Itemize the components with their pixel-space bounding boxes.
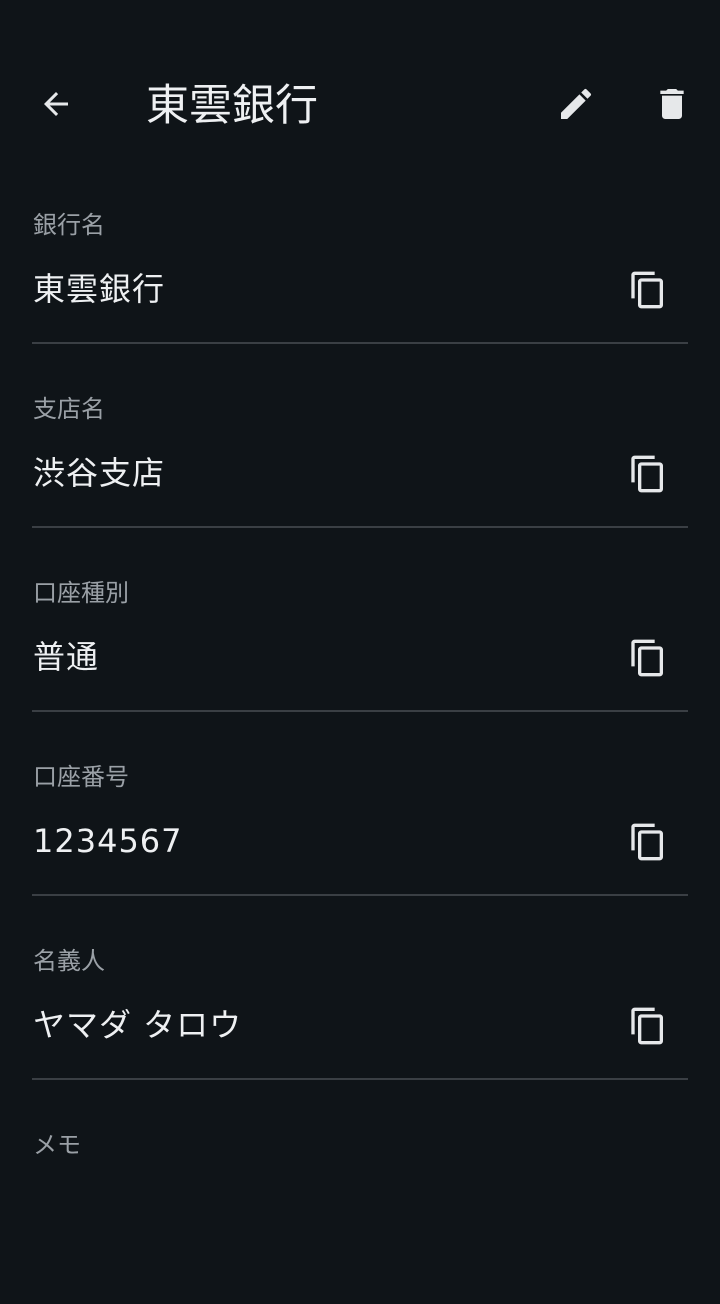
divider xyxy=(32,1078,688,1080)
field-label: 名義人 xyxy=(33,947,105,975)
trash-icon xyxy=(660,89,684,119)
field-account-type: 口座種別 普通 xyxy=(0,568,720,752)
copy-account-type-button[interactable] xyxy=(616,626,680,690)
copy-account-holder-button[interactable] xyxy=(616,994,680,1058)
field-account-holder: 名義人 ヤマダ タロウ xyxy=(0,936,720,1120)
field-bank-name: 銀行名 東雲銀行 xyxy=(0,200,720,384)
field-account-number: 口座番号 1234567 xyxy=(0,752,720,936)
field-value: ヤマダ タロウ xyxy=(33,1006,243,1044)
field-branch-name: 支店名 渋谷支店 xyxy=(0,384,720,568)
field-memo: メモ xyxy=(0,1120,720,1304)
divider xyxy=(32,526,688,528)
field-label: 口座番号 xyxy=(33,763,129,791)
field-value: 東雲銀行 xyxy=(33,270,166,308)
divider xyxy=(32,342,688,344)
divider xyxy=(32,710,688,712)
field-label: 銀行名 xyxy=(33,211,105,239)
pencil-icon xyxy=(561,88,592,119)
app-bar: 東雲銀行 xyxy=(0,0,720,210)
copy-branch-name-button[interactable] xyxy=(616,442,680,506)
back-button[interactable] xyxy=(24,72,88,136)
edit-button[interactable] xyxy=(544,72,608,136)
arrow-left-icon xyxy=(44,92,68,116)
divider xyxy=(32,894,688,896)
copy-account-number-button[interactable] xyxy=(616,810,680,874)
page-title: 東雲銀行 xyxy=(146,81,318,131)
field-label: 支店名 xyxy=(33,395,105,423)
field-value: 普通 xyxy=(33,638,100,676)
field-label: メモ xyxy=(33,1131,81,1159)
copy-bank-name-button[interactable] xyxy=(616,258,680,322)
account-detail-list: 銀行名 東雲銀行 支店名 渋谷支店 口座種別 普通 口座番号 1234567 名… xyxy=(0,200,720,1304)
field-value: 1234567 xyxy=(33,822,183,860)
delete-button[interactable] xyxy=(640,72,704,136)
copy-icon xyxy=(631,639,663,677)
copy-icon xyxy=(631,455,663,493)
copy-icon xyxy=(631,271,663,309)
field-value: 渋谷支店 xyxy=(33,454,166,492)
copy-icon xyxy=(631,823,663,861)
copy-icon xyxy=(631,1007,663,1045)
field-label: 口座種別 xyxy=(33,579,129,607)
